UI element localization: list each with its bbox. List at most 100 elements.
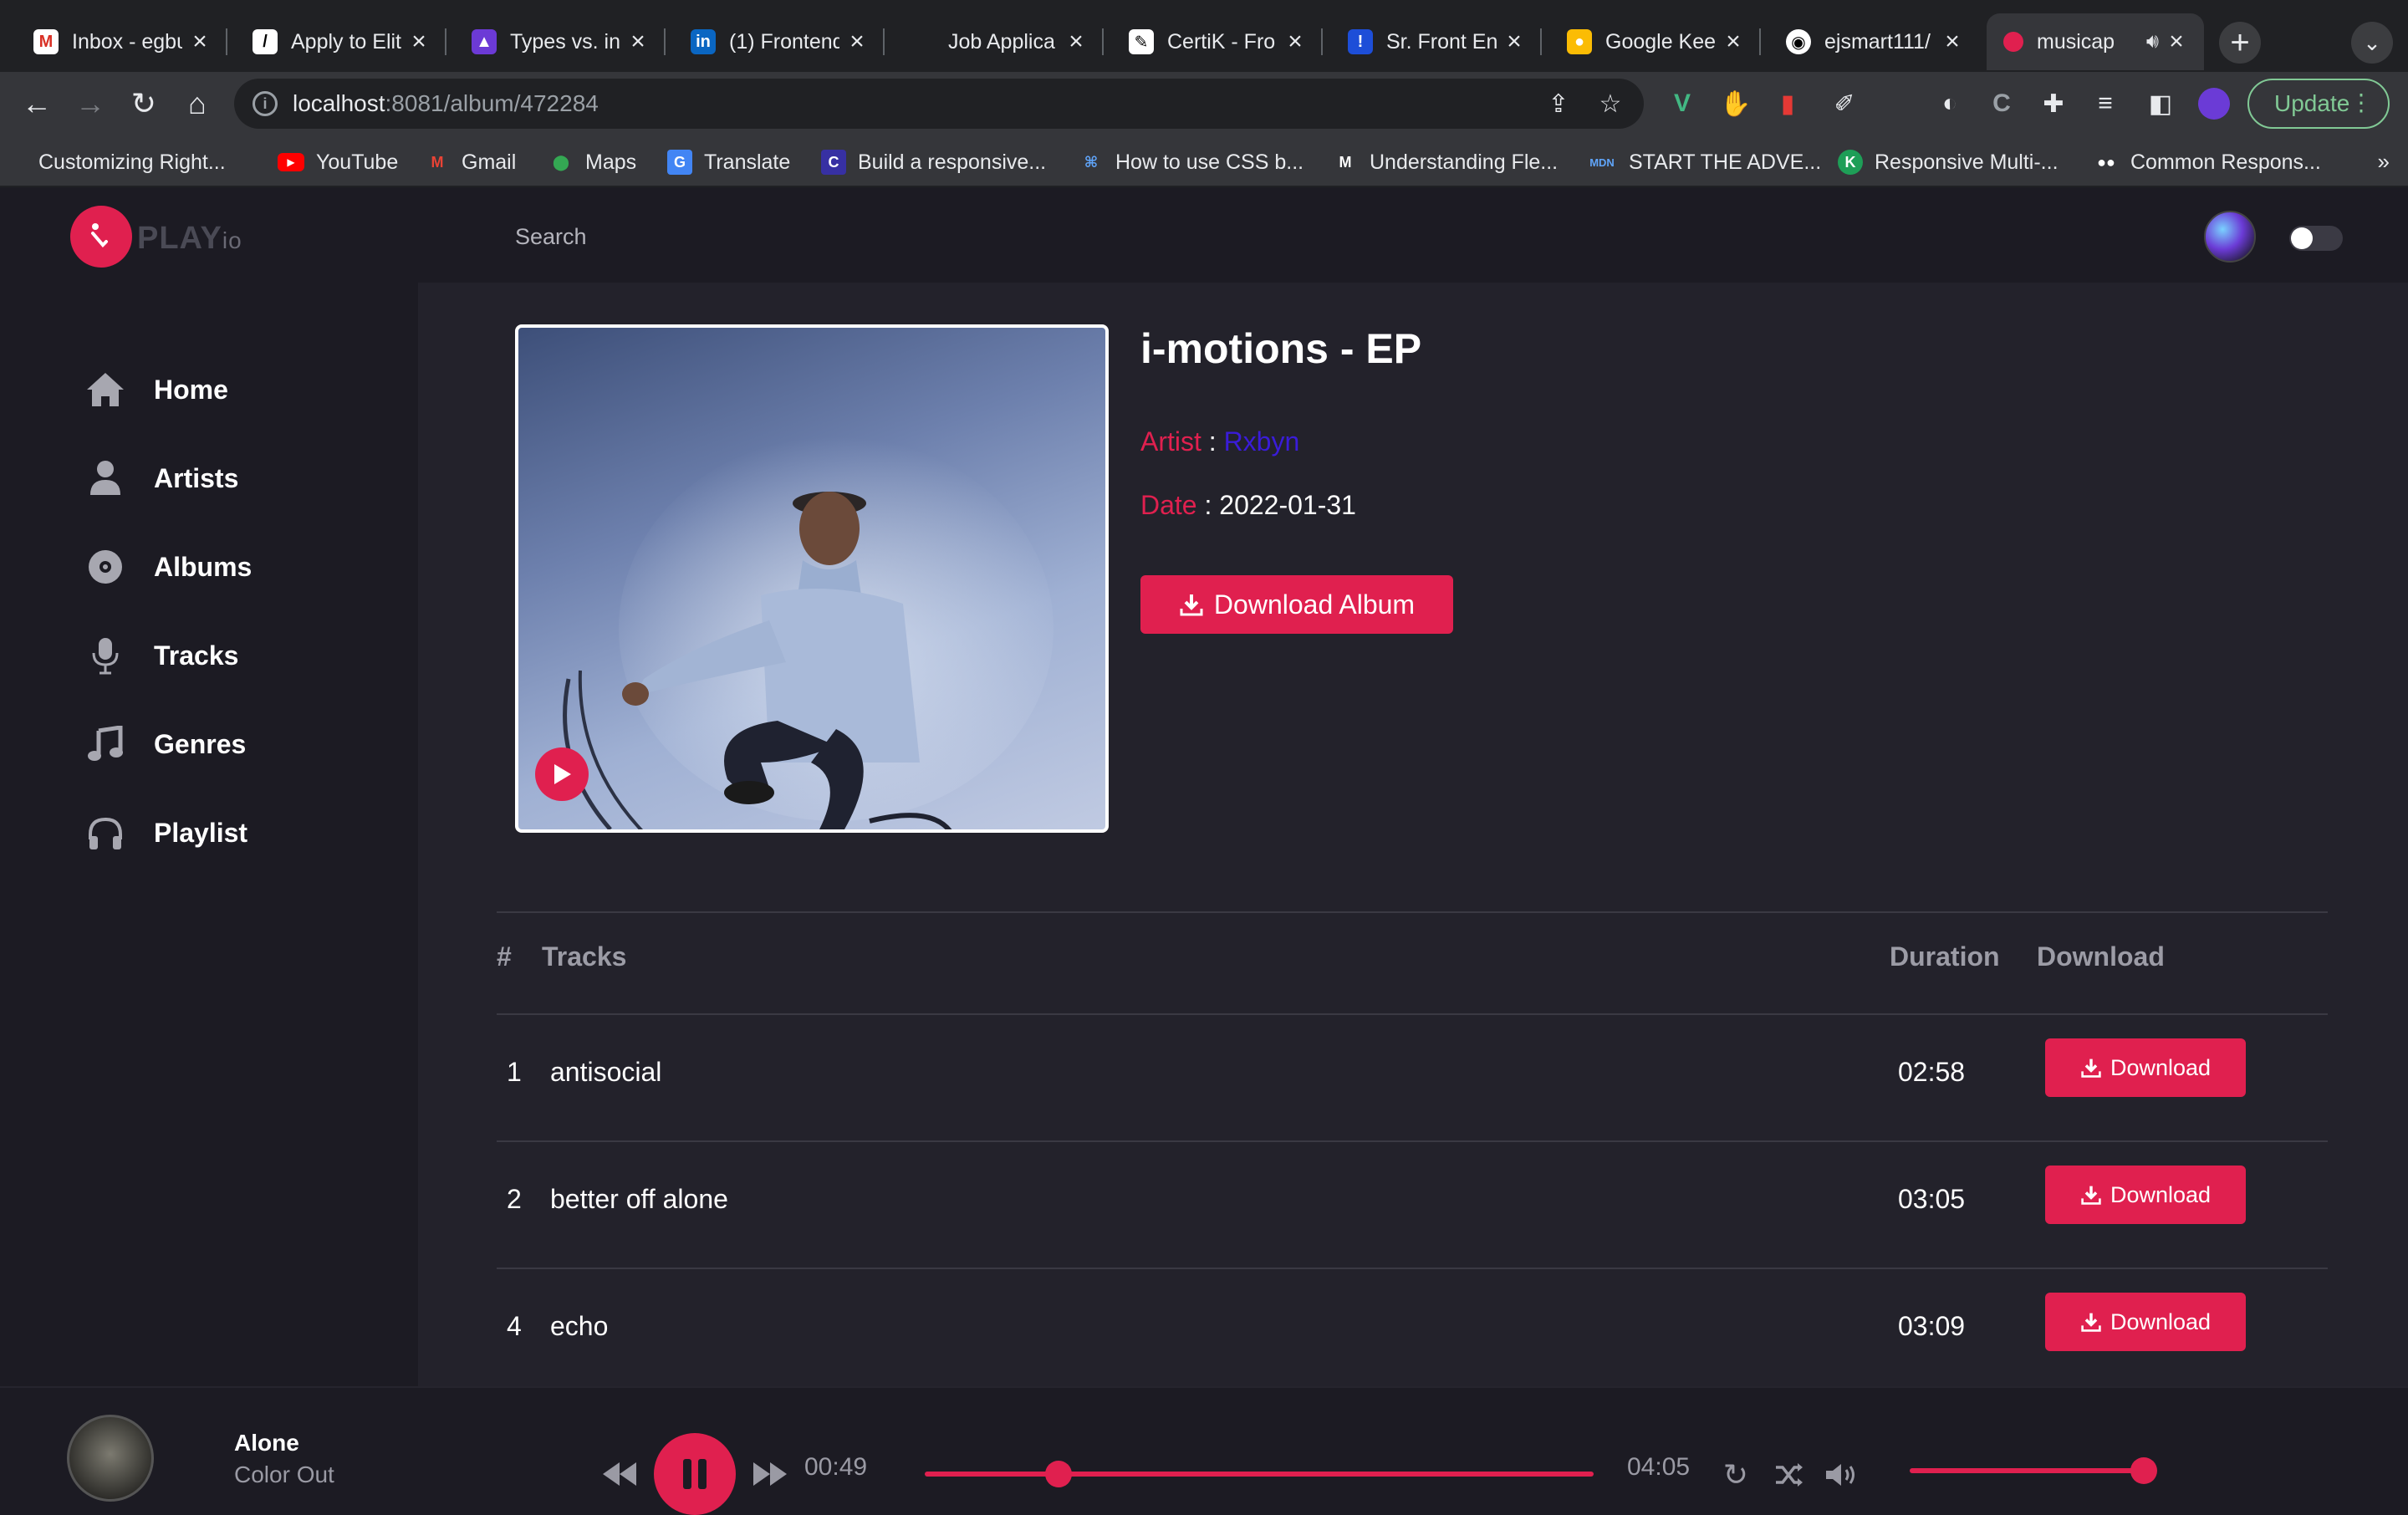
update-button[interactable]: Update ⋮ (2247, 79, 2390, 129)
close-icon[interactable]: × (408, 28, 430, 56)
tab-apply[interactable]: / Apply to Elit × (236, 13, 446, 70)
previous-button[interactable] (599, 1455, 640, 1493)
bookmark-item[interactable]: K Responsive Multi-... (1838, 145, 2059, 179)
total-time: 04:05 (1627, 1453, 1691, 1481)
tab-job-application[interactable]: Job Applica × (893, 13, 1104, 70)
album-page: i-motions - EP Artist : Rxbyn Date : 202… (418, 283, 2408, 1386)
eyedropper-icon[interactable]: ✐ (1826, 85, 1863, 122)
bookmark-item[interactable]: M Understanding Fle... (1333, 145, 1559, 179)
bookmark-item[interactable]: ⬤ Maps (548, 145, 636, 179)
bookmark-item[interactable]: M Gmail (425, 145, 517, 179)
now-playing-artist[interactable]: Color Out (234, 1461, 334, 1488)
info-icon[interactable]: i (253, 91, 278, 116)
header-number: # (497, 941, 512, 972)
sidebar-item-albums[interactable]: Albums (80, 543, 252, 590)
home-icon (80, 366, 130, 413)
shuffle-icon[interactable] (1771, 1456, 1808, 1493)
track-number: 2 (507, 1184, 522, 1214)
avatar[interactable] (2204, 211, 2256, 263)
download-icon (2081, 1313, 2101, 1332)
close-icon[interactable]: × (1722, 28, 1744, 56)
bookmark-item[interactable]: ●● Common Respons... (2094, 145, 2321, 179)
search-input[interactable]: Search (515, 224, 587, 250)
star-icon[interactable]: ☆ (1594, 87, 1627, 120)
repeat-icon[interactable]: ↻ (1717, 1456, 1754, 1493)
back-button[interactable]: ← (15, 82, 59, 125)
volume-slider[interactable] (1910, 1457, 2157, 1484)
download-track-button[interactable]: Download (2045, 1166, 2246, 1224)
share-icon[interactable]: ⇪ (1542, 87, 1575, 120)
close-icon[interactable]: × (189, 28, 211, 56)
tab-sr-front-end[interactable]: ! Sr. Front En × (1331, 13, 1542, 70)
bookmark-item[interactable]: ▶ YouTube (278, 145, 398, 179)
download-track-button[interactable]: Download (2045, 1293, 2246, 1351)
download-album-button[interactable]: Download Album (1140, 575, 1453, 634)
extension-circle-icon[interactable]: ◐ (1931, 85, 1968, 122)
sidebar-item-artists[interactable]: Artists (80, 455, 238, 502)
tab-linkedin[interactable]: in (1) Frontend × (674, 13, 885, 70)
puzzle-icon[interactable]: ✚ (2035, 85, 2072, 122)
speaker-icon[interactable]: 🔊︎ (2146, 30, 2159, 54)
tab-types[interactable]: ▲ Types vs. int × (455, 13, 666, 70)
sidebar-item-label: Artists (154, 462, 239, 493)
player-bar: Alone Color Out 00:49 04:05 ↻ (0, 1386, 2408, 1515)
more-menu-icon[interactable]: ⋮ (2349, 89, 2373, 116)
close-icon[interactable]: × (1503, 28, 1525, 56)
volume-handle[interactable] (2130, 1457, 2157, 1484)
forward-button[interactable]: → (69, 82, 112, 125)
sidebar-item-tracks[interactable]: Tracks (80, 632, 238, 679)
play-album-button[interactable] (535, 747, 589, 801)
download-label: Download (2110, 1181, 2212, 1207)
sidebar-item-genres[interactable]: Genres (80, 721, 246, 768)
side-panel-icon[interactable]: ◧ (2142, 85, 2179, 122)
track-name[interactable]: antisocial (550, 1057, 661, 1088)
seek-handle[interactable] (1045, 1461, 1072, 1487)
track-name[interactable]: better off alone (550, 1184, 728, 1215)
tab-github[interactable]: ◉ ejsmart111/ × (1769, 13, 1980, 70)
close-icon[interactable]: × (627, 28, 649, 56)
bookmark-item[interactable]: MDN START THE ADVE... (1587, 145, 1821, 179)
extension-c-icon[interactable]: C (1983, 85, 2020, 122)
tab-certik[interactable]: ✎ CertiK - Fro × (1112, 13, 1323, 70)
artist-link[interactable]: Rxbyn (1224, 426, 1300, 457)
next-button[interactable] (749, 1455, 791, 1493)
reload-button[interactable]: ↻ (122, 82, 166, 125)
logo-icon[interactable] (70, 206, 132, 268)
tab-title: Google Kee (1605, 29, 1716, 54)
sidebar-item-home[interactable]: Home (80, 366, 228, 413)
seek-bar[interactable] (925, 1461, 1594, 1487)
bookmark-item[interactable]: ⌘ How to use CSS b... (1079, 145, 1303, 179)
address-bar[interactable]: i localhost:8081/album/472284 ⇪ ☆ (234, 79, 1644, 129)
home-button[interactable]: ⌂ (176, 82, 219, 125)
logo-text[interactable]: PLAYio (137, 221, 242, 257)
tab-search-button[interactable]: ⌄ (2351, 22, 2393, 64)
now-playing-artwork[interactable] (67, 1415, 154, 1502)
close-icon[interactable]: × (846, 28, 868, 56)
close-icon[interactable]: × (2166, 28, 2187, 56)
bookmark-item[interactable]: C Build a responsive... (821, 145, 1046, 179)
volume-icon[interactable] (1823, 1456, 1861, 1493)
sidebar-item-playlist[interactable]: Playlist (80, 809, 247, 856)
tab-musicapp[interactable]: musicap 🔊︎ × (1987, 13, 2204, 70)
pdf-icon[interactable]: ▮ (1769, 85, 1806, 122)
close-icon[interactable]: × (1941, 28, 1963, 56)
close-icon[interactable]: × (1284, 28, 1306, 56)
now-playing-title[interactable]: Alone (234, 1430, 299, 1456)
download-track-button[interactable]: Download (2045, 1038, 2246, 1097)
close-icon[interactable]: × (1065, 28, 1087, 56)
vue-devtools-icon[interactable]: V (1664, 85, 1701, 122)
adblock-icon[interactable]: ✋ (1717, 85, 1754, 122)
theme-toggle[interactable] (2289, 226, 2343, 251)
bookmarks-overflow-icon[interactable]: » (2378, 149, 2390, 175)
media-queue-icon[interactable]: ≡ (2087, 85, 2124, 122)
download-icon (1180, 594, 1203, 616)
profile-icon[interactable] (2196, 85, 2232, 122)
bookmark-item[interactable]: Customizing Right... (18, 145, 226, 179)
new-tab-button[interactable]: + (2219, 22, 2261, 64)
pause-button[interactable] (654, 1433, 736, 1515)
bookmark-item[interactable]: G Translate (667, 145, 790, 179)
album-cover[interactable] (515, 324, 1109, 833)
tab-inbox[interactable]: M Inbox - egbu × (17, 13, 227, 70)
tab-google-keep[interactable]: ● Google Kee × (1550, 13, 1761, 70)
track-name[interactable]: echo (550, 1311, 608, 1342)
